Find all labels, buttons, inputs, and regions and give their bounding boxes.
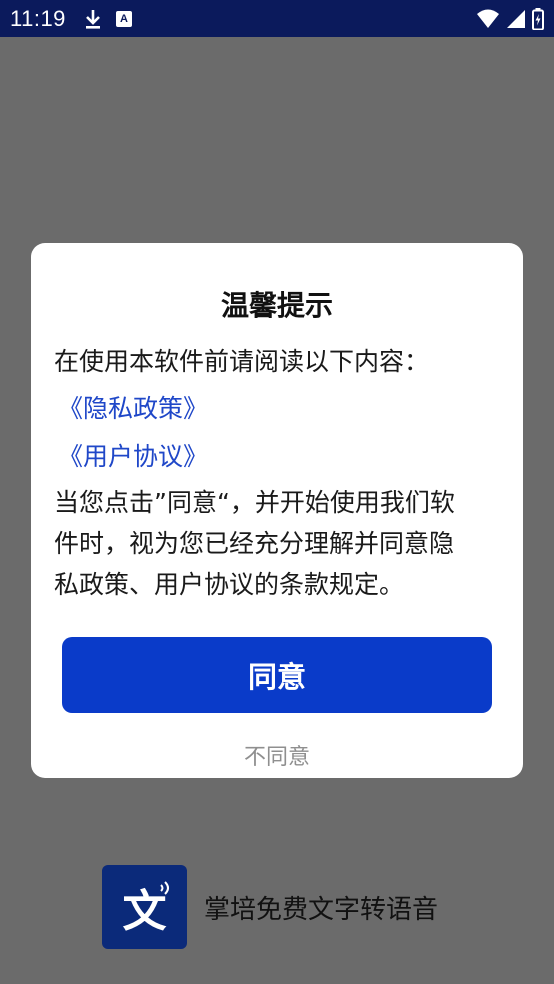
dialog-intro: 在使用本软件前请阅读以下内容： — [54, 347, 430, 376]
battery-icon — [532, 7, 544, 30]
app-icon-glyph: 文 — [122, 886, 167, 937]
dialog-title: 温馨提示 — [220, 289, 333, 322]
dialog-body-line: 件时，视为您已经充分理解并同意隐 — [54, 529, 455, 558]
signal-icon — [506, 9, 526, 29]
app-icon: 文 — [102, 865, 187, 949]
status-bar: 11:19 A — [0, 0, 554, 37]
a-notification-icon: A — [115, 10, 132, 27]
app-name: 掌培免费文字转语音 — [204, 895, 439, 925]
status-time: 11:19 — [10, 5, 66, 31]
agree-button[interactable]: 同意 — [62, 637, 492, 713]
disagree-button[interactable]: 不同意 — [0, 739, 554, 771]
user-agreement-link[interactable]: 《用户协议》 — [58, 437, 208, 473]
privacy-policy-link[interactable]: 《隐私政策》 — [58, 389, 208, 425]
dialog-body-line: 当您点击”同意“，并开始使用我们软 — [54, 488, 455, 517]
download-icon — [84, 8, 102, 30]
dialog-body-line: 私政策、用户协议的条款规定。 — [54, 570, 405, 599]
sound-wave-icon — [160, 881, 169, 895]
wifi-icon — [476, 9, 500, 29]
